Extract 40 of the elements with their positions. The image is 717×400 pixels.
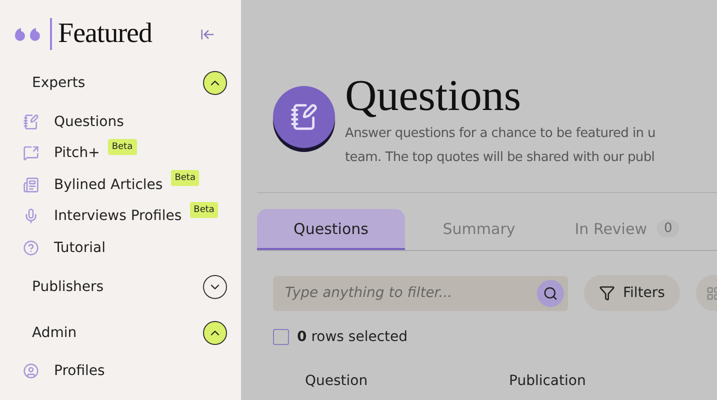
expand-toggle[interactable] bbox=[203, 320, 227, 344]
item-icon bbox=[23, 145, 39, 162]
tab[interactable]: Questions bbox=[257, 209, 405, 250]
item-icon bbox=[23, 208, 39, 224]
beta-badge: Beta bbox=[170, 170, 200, 186]
filter-field[interactable]: Type anything to filter... bbox=[273, 276, 568, 310]
filter-icon bbox=[599, 285, 615, 301]
expand-toggle[interactable] bbox=[203, 71, 227, 95]
sidebar-item[interactable]: Profiles bbox=[14, 356, 227, 387]
select-checkbox[interactable] bbox=[273, 329, 289, 345]
section-label: Admin bbox=[32, 324, 77, 340]
sidebar-item[interactable]: Interviews Profiles Beta bbox=[14, 200, 227, 232]
expand-toggle[interactable] bbox=[203, 274, 227, 298]
item-icon bbox=[23, 240, 39, 256]
beta-badge: Beta bbox=[190, 202, 218, 218]
selection-count: 0 rows selected bbox=[297, 329, 408, 345]
search-icon bbox=[543, 286, 558, 300]
page-title: Questions bbox=[345, 70, 522, 122]
sidebar-item[interactable]: Pitch+ Beta bbox=[14, 138, 227, 169]
sidebar-item[interactable]: Questions bbox=[14, 106, 227, 138]
filter-input[interactable]: Type anything to filter... bbox=[283, 284, 537, 302]
section-label: Publishers bbox=[32, 278, 104, 294]
notebook-avatar bbox=[273, 86, 335, 148]
section-label: Experts bbox=[32, 75, 86, 91]
sidebar-item[interactable]: Tutorial bbox=[14, 232, 227, 264]
description-line: Answer questions for a chance to be featured in u bbox=[345, 125, 656, 143]
column-header: Publication bbox=[509, 373, 587, 389]
item-icon bbox=[23, 114, 39, 130]
description-line: team. The top quotes will be shared with our publ bbox=[345, 149, 656, 167]
item-icon bbox=[23, 363, 39, 380]
logo-text: Featured bbox=[50, 18, 152, 50]
collapse-icon[interactable] bbox=[200, 26, 215, 42]
item-icon bbox=[23, 176, 39, 193]
beta-badge: Beta bbox=[108, 138, 137, 154]
grid-icon bbox=[706, 286, 717, 300]
count-badge: 0 bbox=[656, 220, 680, 237]
sidebar-item[interactable]: Bylined Articles Beta bbox=[14, 169, 227, 200]
column-header: Question bbox=[305, 373, 369, 389]
search-button[interactable] bbox=[537, 280, 564, 306]
filters-button[interactable]: Filters bbox=[584, 275, 680, 311]
